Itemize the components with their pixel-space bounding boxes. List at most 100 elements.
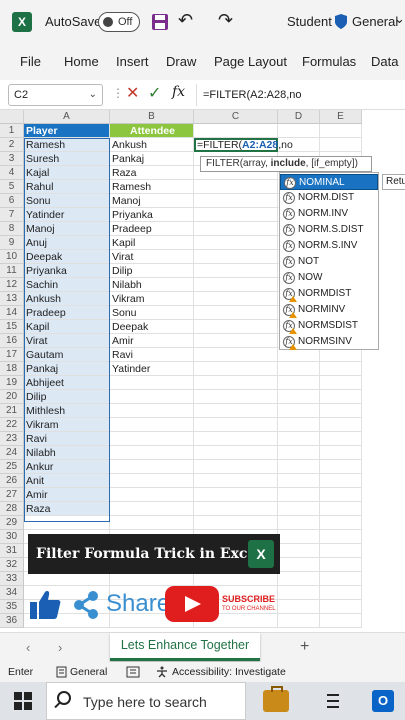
autocomplete-item[interactable]: fx NORMINV <box>280 302 378 318</box>
row-header[interactable]: 3 <box>0 152 24 166</box>
row-header[interactable]: 14 <box>0 306 24 320</box>
player-cell[interactable]: Rahul <box>24 180 110 194</box>
player-cell[interactable]: Abhijeet <box>24 376 110 390</box>
player-cell[interactable]: Anuj <box>24 236 110 250</box>
row-header[interactable]: 27 <box>0 488 24 502</box>
empty-cell[interactable] <box>320 614 362 628</box>
player-cell[interactable]: Vikram <box>24 418 110 432</box>
row-header[interactable]: 30 <box>0 530 24 544</box>
empty-cell[interactable] <box>194 180 278 194</box>
autocomplete-item[interactable]: fx NORMDIST <box>280 286 378 302</box>
empty-cell[interactable] <box>194 236 278 250</box>
empty-cell[interactable] <box>110 474 194 488</box>
user-name[interactable]: Student <box>287 14 332 29</box>
empty-cell[interactable] <box>278 544 320 558</box>
workbook-stats-icon[interactable] <box>126 666 140 678</box>
player-cell[interactable]: Deepak <box>24 250 110 264</box>
row-header[interactable]: 28 <box>0 502 24 516</box>
empty-cell[interactable] <box>194 250 278 264</box>
empty-cell[interactable] <box>278 376 320 390</box>
row-header[interactable]: 15 <box>0 320 24 334</box>
row-header[interactable]: 22 <box>0 418 24 432</box>
empty-cell[interactable] <box>278 516 320 530</box>
attendee-cell[interactable]: Nilabh <box>110 278 194 292</box>
empty-cell[interactable] <box>320 572 362 586</box>
sensitivity-chevron-icon[interactable]: ⌄ <box>394 11 405 27</box>
autocomplete-item[interactable]: fx NOMINAL <box>280 174 378 190</box>
empty-cell[interactable] <box>278 124 320 138</box>
autocomplete-item[interactable]: fx NORM.INV <box>280 206 378 222</box>
empty-cell[interactable] <box>320 432 362 446</box>
empty-cell[interactable] <box>278 488 320 502</box>
empty-cell[interactable] <box>194 194 278 208</box>
empty-cell[interactable] <box>278 558 320 572</box>
empty-cell[interactable] <box>194 390 278 404</box>
player-cell[interactable]: Priyanka <box>24 264 110 278</box>
next-sheet-arrow-icon[interactable]: › <box>58 640 62 655</box>
empty-cell[interactable] <box>320 460 362 474</box>
autocomplete-item[interactable]: fx NORM.DIST <box>280 190 378 206</box>
sheet-tab-active[interactable]: Lets Enhance Together <box>110 633 260 661</box>
add-sheet-icon[interactable]: + <box>300 638 309 656</box>
row-header[interactable]: 20 <box>0 390 24 404</box>
menu-draw[interactable]: Draw <box>166 54 196 69</box>
attendee-cell[interactable]: Vikram <box>110 292 194 306</box>
empty-cell[interactable] <box>320 418 362 432</box>
empty-cell[interactable] <box>320 474 362 488</box>
worksheet-grid[interactable]: ABCDE 1 2 3 4 5 6 7 8 9 10 11 12 13 14 15 16 17 18 19 20 21 2… <box>0 110 405 632</box>
attendee-cell[interactable]: Priyanka <box>110 208 194 222</box>
empty-cell[interactable] <box>320 502 362 516</box>
attendee-cell[interactable]: Sonu <box>110 306 194 320</box>
empty-cell[interactable] <box>278 474 320 488</box>
empty-cell[interactable] <box>278 530 320 544</box>
attendee-cell[interactable]: Raza <box>110 166 194 180</box>
row-header[interactable]: 9 <box>0 236 24 250</box>
autocomplete-item[interactable]: fx NORMSDIST <box>280 318 378 334</box>
player-cell[interactable]: Kajal <box>24 166 110 180</box>
empty-cell[interactable] <box>320 558 362 572</box>
row-header[interactable]: 6 <box>0 194 24 208</box>
player-cell[interactable]: Ramesh <box>24 138 110 152</box>
player-cell[interactable]: Suresh <box>24 152 110 166</box>
redo-icon[interactable]: ↷ <box>218 10 233 31</box>
briefcase-icon[interactable] <box>263 686 289 712</box>
player-cell[interactable]: Gautam <box>24 348 110 362</box>
empty-cell[interactable] <box>110 404 194 418</box>
empty-cell[interactable] <box>110 376 194 390</box>
row-header[interactable]: 2 <box>0 138 24 152</box>
empty-cell[interactable] <box>110 432 194 446</box>
undo-icon[interactable]: ↶ <box>178 10 193 31</box>
header-attendee[interactable]: Attendee <box>110 124 194 138</box>
autocomplete-item[interactable]: fx NORMSINV <box>280 334 378 350</box>
row-header[interactable]: 5 <box>0 180 24 194</box>
player-cell[interactable]: Mithlesh <box>24 404 110 418</box>
empty-cell[interactable] <box>278 348 320 362</box>
empty-cell[interactable] <box>194 306 278 320</box>
empty-cell[interactable] <box>320 544 362 558</box>
empty-cell[interactable] <box>194 516 278 530</box>
empty-cell[interactable] <box>320 446 362 460</box>
accessibility-icon[interactable] <box>156 666 168 678</box>
row-header[interactable]: 29 <box>0 516 24 530</box>
empty-cell[interactable] <box>194 208 278 222</box>
attendee-cell[interactable]: Pankaj <box>110 152 194 166</box>
row-header[interactable]: 33 <box>0 572 24 586</box>
empty-cell[interactable] <box>194 348 278 362</box>
column-header-d[interactable]: D <box>278 110 320 124</box>
empty-cell[interactable] <box>320 376 362 390</box>
empty-cell[interactable] <box>320 516 362 530</box>
empty-cell[interactable] <box>278 460 320 474</box>
row-header[interactable]: 8 <box>0 222 24 236</box>
attendee-cell[interactable]: Manoj <box>110 194 194 208</box>
empty-cell[interactable] <box>194 320 278 334</box>
row-header[interactable]: 11 <box>0 264 24 278</box>
empty-cell[interactable] <box>320 124 362 138</box>
empty-cell[interactable] <box>194 362 278 376</box>
prev-sheet-arrow-icon[interactable]: ‹ <box>26 640 30 655</box>
player-cell[interactable]: Raza <box>24 502 110 516</box>
empty-cell[interactable] <box>194 404 278 418</box>
attendee-cell[interactable]: Kapil <box>110 236 194 250</box>
status-sensitivity[interactable]: General <box>70 666 107 678</box>
cancel-icon[interactable]: ✕ <box>126 83 139 103</box>
empty-cell[interactable] <box>194 460 278 474</box>
